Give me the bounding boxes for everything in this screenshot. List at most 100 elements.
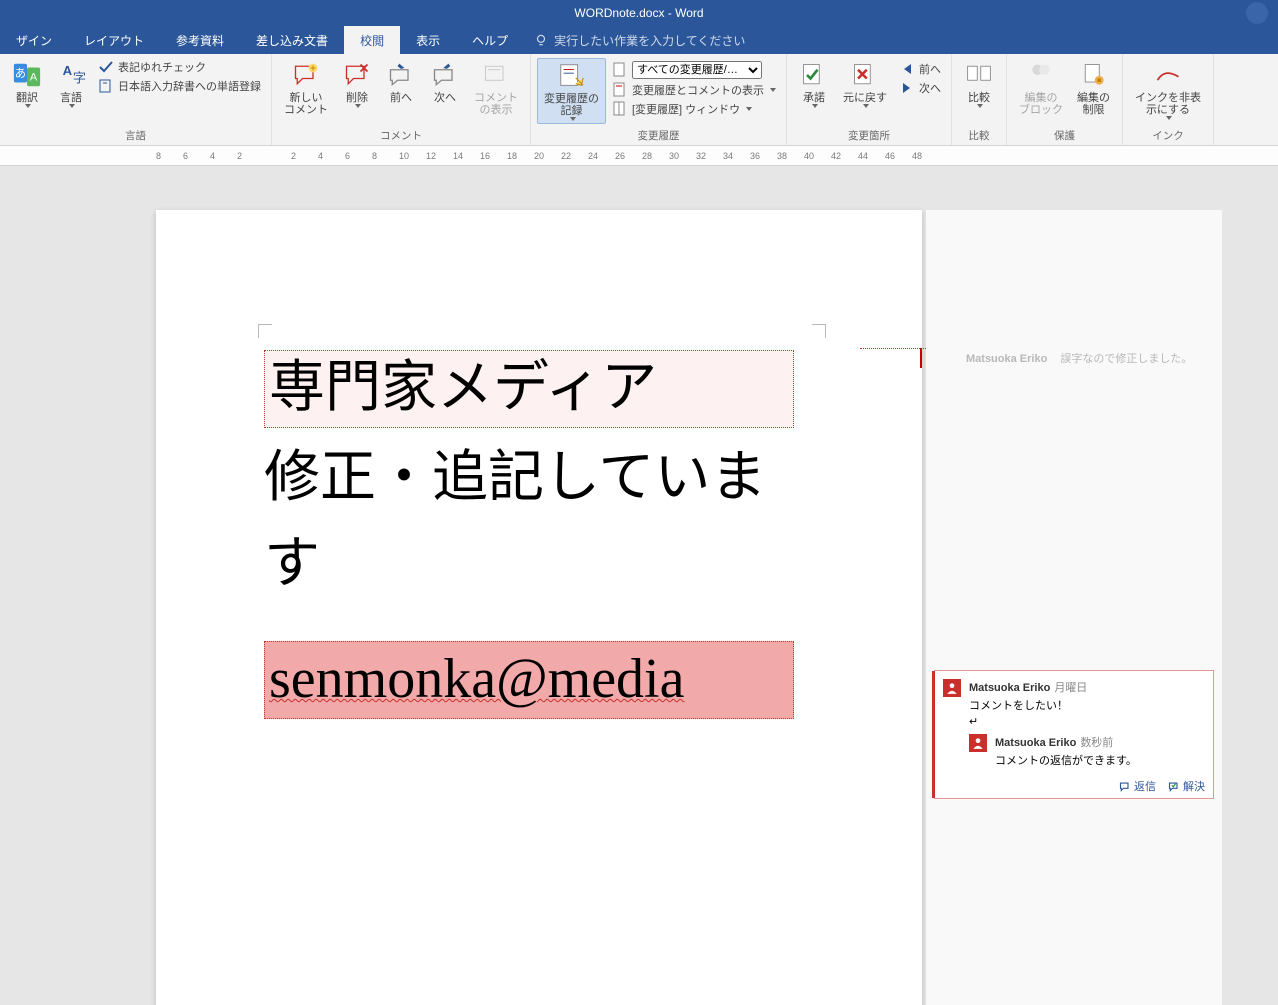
document-area: 専門家メディア 修正・追記していま す senmonka@media Matsu… — [0, 166, 1278, 1005]
ruler-mark: 2 — [237, 151, 242, 161]
revision-bar — [920, 348, 922, 368]
compare-button[interactable]: 比較 — [958, 58, 1000, 110]
ruler-mark: 34 — [723, 151, 733, 161]
page-icon — [612, 62, 628, 78]
check-icon — [98, 59, 114, 75]
svg-text:A: A — [63, 63, 73, 78]
body-line-2[interactable]: 修正・追記していま — [264, 428, 794, 529]
document-body[interactable]: 専門家メディア 修正・追記していま す senmonka@media — [264, 350, 794, 719]
language-button[interactable]: A字 言語 — [50, 58, 92, 110]
group-label-comments: コメント — [380, 128, 422, 143]
new-comment-button[interactable]: 新しい コメント — [278, 58, 334, 118]
margin-marker-tr — [812, 324, 826, 338]
accept-icon — [799, 60, 829, 90]
next-comment-icon — [430, 60, 460, 90]
body-line-3[interactable]: す — [264, 528, 794, 601]
group-label-language: 言語 — [125, 128, 146, 143]
new-comment-icon — [291, 60, 321, 90]
avatar-icon — [943, 679, 961, 697]
ruler-mark: 22 — [561, 151, 571, 161]
translate-button[interactable]: あA 翻訳 — [6, 58, 48, 110]
prev-change-button[interactable]: 前へ — [895, 60, 945, 78]
revised-line-4[interactable]: senmonka@media — [264, 641, 794, 719]
svg-text:A: A — [30, 72, 38, 84]
show-comments-icon — [481, 60, 511, 90]
accept-button[interactable]: 承諾 — [793, 58, 835, 110]
ruler-mark: 6 — [183, 151, 188, 161]
tell-me-search[interactable]: 実行したい作業を入力してください — [534, 32, 745, 49]
tell-me-placeholder: 実行したい作業を入力してください — [554, 32, 745, 49]
ime-dictionary-button[interactable]: 日本語入力辞書への単語登録 — [94, 77, 265, 95]
restrict-editing-button[interactable]: 編集の 制限 — [1071, 58, 1116, 118]
collapsed-comment-text: 誤字なので修正しました。 — [1060, 353, 1192, 365]
prev-comment-icon — [386, 60, 416, 90]
user-avatar-icon[interactable] — [1246, 2, 1268, 24]
reply-icon — [1119, 780, 1131, 792]
ruler-mark: 20 — [534, 151, 544, 161]
comment-text: コメントの返信ができます。 — [995, 752, 1205, 768]
ruler-mark: 6 — [345, 151, 350, 161]
prev-icon — [899, 61, 915, 77]
resolve-icon — [1168, 780, 1180, 792]
title-bar: WORDnote.docx - Word — [0, 0, 1278, 26]
expression-check-button[interactable]: 表記ゆれチェック — [94, 58, 265, 76]
ribbon: あA 翻訳 A字 言語 表記ゆれチェック 日本語入力辞書への単語登録 — [0, 54, 1278, 146]
comment-thread[interactable]: Matsuoka Eriko月曜日 コメントをしたい！ ↵ Matsuoka E… — [934, 670, 1214, 799]
comment-reply-item[interactable]: Matsuoka Eriko数秒前 コメントの返信ができます。 — [969, 734, 1205, 768]
compare-icon — [964, 60, 994, 90]
ruler-mark: 8 — [372, 151, 377, 161]
display-for-review-select[interactable]: すべての変更履歴/… — [632, 61, 762, 79]
comment-item[interactable]: Matsuoka Eriko月曜日 コメントをしたい！ ↵ — [943, 679, 1205, 728]
comment-time: 数秒前 — [1080, 737, 1113, 749]
ribbon-group-protect: 編集の ブロック 編集の 制限 保護 — [1007, 54, 1123, 145]
tab-mailings[interactable]: 差し込み文書 — [240, 26, 344, 54]
display-for-review-dropdown[interactable]: すべての変更履歴/… — [608, 60, 780, 80]
ruler-mark: 32 — [696, 151, 706, 161]
ruler-mark: 14 — [453, 151, 463, 161]
hide-ink-button[interactable]: インクを非表 示にする — [1129, 58, 1207, 122]
ruler-mark: 36 — [750, 151, 760, 161]
ribbon-group-comments: 新しい コメント 削除 前へ 次へ コメント の表示 コメント — [272, 54, 531, 145]
ruler-mark: 40 — [804, 151, 814, 161]
next-change-button[interactable]: 次へ — [895, 79, 945, 97]
lock-icon — [1079, 60, 1109, 90]
margin-marker-tl — [258, 324, 272, 338]
dictionary-icon — [98, 78, 114, 94]
tab-design[interactable]: ザイン — [0, 26, 68, 54]
ruler-mark: 46 — [885, 151, 895, 161]
comment-cursor: ↵ — [969, 715, 1205, 728]
ruler-mark: 4 — [318, 151, 323, 161]
tab-help[interactable]: ヘルプ — [456, 26, 524, 54]
show-comments-button: コメント の表示 — [468, 58, 524, 118]
document-page[interactable]: 専門家メディア 修正・追記していま す senmonka@media — [156, 210, 922, 1005]
tab-layout[interactable]: レイアウト — [68, 26, 160, 54]
tab-references[interactable]: 参考資料 — [160, 26, 240, 54]
delete-comment-button[interactable]: 削除 — [336, 58, 378, 110]
ruler-mark: 26 — [615, 151, 625, 161]
prev-comment-button[interactable]: 前へ — [380, 58, 422, 106]
ruler-mark: 4 — [210, 151, 215, 161]
block-editing-button: 編集の ブロック — [1013, 58, 1069, 118]
document-title: WORDnote.docx - Word — [574, 6, 703, 20]
next-comment-button[interactable]: 次へ — [424, 58, 466, 106]
svg-text:字: 字 — [73, 71, 86, 86]
tab-view[interactable]: 表示 — [400, 26, 456, 54]
reply-button[interactable]: 返信 — [1119, 778, 1156, 794]
collapsed-comment[interactable]: Matsuoka Eriko 誤字なので修正しました。 — [966, 350, 1214, 366]
show-markup-button[interactable]: 変更履歴とコメントの表示 — [608, 81, 780, 99]
ruler-mark: 48 — [912, 151, 922, 161]
tab-review[interactable]: 校閲 — [344, 26, 400, 54]
track-changes-button[interactable]: 変更履歴の 記録 — [537, 58, 606, 124]
reject-button[interactable]: 元に戻す — [837, 58, 893, 110]
reviewing-pane-button[interactable]: [変更履歴] ウィンドウ — [608, 100, 780, 118]
ruler-mark: 44 — [858, 151, 868, 161]
horizontal-ruler[interactable]: 8642246810121416182022242628303234363840… — [0, 146, 1278, 166]
ruler-mark: 42 — [831, 151, 841, 161]
group-label-tracking: 変更履歴 — [638, 128, 680, 143]
resolve-button[interactable]: 解決 — [1168, 778, 1205, 794]
block-icon — [1026, 60, 1056, 90]
language-icon: A字 — [56, 60, 86, 90]
revised-line-1[interactable]: 専門家メディア — [264, 350, 794, 428]
delete-comment-icon — [342, 60, 372, 90]
ribbon-group-tracking: 変更履歴の 記録 すべての変更履歴/… 変更履歴とコメントの表示 [変更履歴] … — [531, 54, 787, 145]
